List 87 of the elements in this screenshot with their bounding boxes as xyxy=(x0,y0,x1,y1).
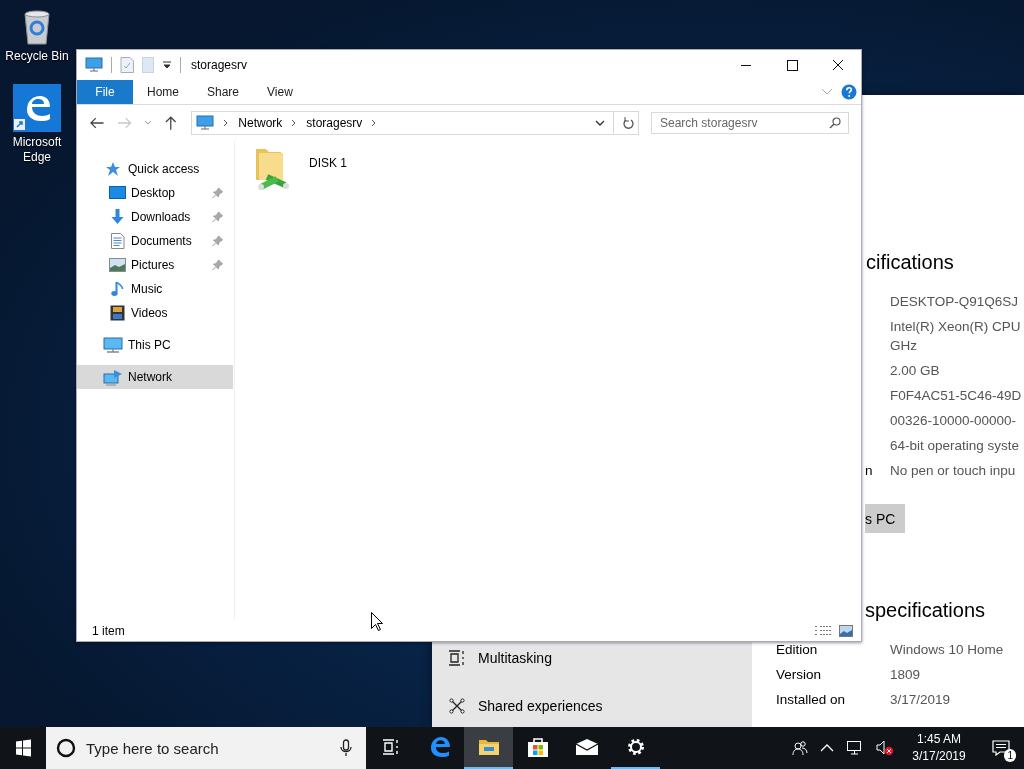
spec-label: Installed on xyxy=(776,692,846,707)
section-heading: specifications xyxy=(865,598,986,623)
multitasking-icon xyxy=(448,650,466,666)
dropdown-icon[interactable] xyxy=(595,119,605,127)
spec-value: 64-bit operating syste xyxy=(890,437,1020,455)
help-icon[interactable] xyxy=(841,84,857,100)
download-arrow-icon xyxy=(109,209,126,225)
taskbar-app-button[interactable] xyxy=(464,727,513,769)
people-icon[interactable] xyxy=(792,740,808,756)
spec-value: GHz xyxy=(890,337,918,355)
picture-icon xyxy=(109,258,126,272)
breadcrumb[interactable]: storagesrv xyxy=(306,116,363,130)
spec-value: 2.00 GB xyxy=(890,362,940,380)
spec-value: Intel(R) Xeon(R) CPU xyxy=(890,318,1021,336)
chevron-icon[interactable] xyxy=(223,119,230,127)
search-icon[interactable] xyxy=(829,117,841,129)
spec-value: Windows 10 Home xyxy=(890,641,1004,659)
address-bar[interactable]: Network storagesrv xyxy=(191,111,639,135)
mouse-pointer-icon xyxy=(371,612,383,631)
task-view-icon xyxy=(381,739,400,755)
back-arrow-icon[interactable] xyxy=(89,116,105,130)
network-drive-item[interactable]: DISK 1 xyxy=(253,147,347,195)
spec-value: DESKTOP-Q91Q6SJ xyxy=(890,293,1019,311)
nav-item[interactable]: Videos xyxy=(77,301,234,325)
nav-item[interactable]: Pictures xyxy=(77,253,234,277)
spec-label: Version xyxy=(776,667,822,682)
document-icon xyxy=(109,233,126,249)
section-heading: cifications xyxy=(866,250,954,275)
nav-item[interactable]: Quick access xyxy=(77,157,234,181)
desktop-icon-label[interactable]: Recycle Bin xyxy=(2,49,72,64)
nav-item[interactable]: Music xyxy=(77,277,234,301)
large-icons-view-icon[interactable] xyxy=(839,624,853,637)
customize-toolbar-icon[interactable] xyxy=(162,60,172,70)
muted-speaker-icon[interactable] xyxy=(876,740,894,756)
network-icon xyxy=(103,368,123,386)
spec-value: No pen or touch inpu xyxy=(890,462,1016,480)
spec-value: F0F4AC51-5C46-49D xyxy=(890,387,1022,405)
gear-icon xyxy=(625,737,646,757)
computer-icon xyxy=(85,57,103,73)
network-nodes-icon xyxy=(448,698,466,714)
chevron-icon[interactable] xyxy=(291,119,298,127)
microphone-icon[interactable] xyxy=(340,739,352,757)
settings-nav-item[interactable]: Shared experiences xyxy=(432,690,752,722)
spec-value: 3/17/2019 xyxy=(890,691,951,709)
nav-item[interactable]: This PC xyxy=(77,333,234,357)
film-icon xyxy=(109,305,126,321)
spec-value: 00326-10000-00000- xyxy=(890,412,1017,430)
computer-icon xyxy=(196,115,215,131)
item-count: 1 item xyxy=(92,623,125,638)
nav-item[interactable]: Network xyxy=(77,365,233,389)
action-center-icon[interactable] xyxy=(992,740,1010,756)
settings-nav-item[interactable]: Multitasking xyxy=(432,642,752,674)
notification-count-badge: 1 xyxy=(1004,749,1016,762)
ribbon-tab[interactable]: Home xyxy=(133,80,193,104)
up-arrow-icon[interactable] xyxy=(163,115,178,131)
nav-item[interactable]: Documents xyxy=(77,229,234,253)
shopping-bag-icon xyxy=(526,736,549,758)
browser-icon xyxy=(428,736,451,758)
spec-label: Edition xyxy=(776,642,818,657)
ribbon-tab[interactable]: View xyxy=(253,80,307,104)
details-view-icon[interactable] xyxy=(815,624,831,637)
clock-button[interactable]: 1:45 AM 3/17/2019 xyxy=(900,731,978,765)
music-note-icon xyxy=(109,281,126,297)
refresh-icon[interactable] xyxy=(622,116,634,130)
cortana-icon[interactable] xyxy=(56,738,76,758)
file-menu-button[interactable]: File xyxy=(77,80,133,104)
ribbon-tab[interactable]: Share xyxy=(193,80,254,104)
recycle-bin-icon xyxy=(21,8,53,46)
desktop-icon xyxy=(109,186,126,200)
breadcrumb[interactable]: Network xyxy=(238,116,283,130)
recent-locations-icon[interactable] xyxy=(144,120,152,126)
spec-label: n xyxy=(865,463,873,478)
search-field[interactable]: Search storagesrv xyxy=(651,112,849,134)
rename-button[interactable]: s PC xyxy=(865,504,906,533)
spec-value: 1809 xyxy=(890,666,921,684)
network-status-icon[interactable] xyxy=(846,740,864,756)
show-hidden-icons-icon[interactable] xyxy=(820,743,834,753)
folder-icon xyxy=(477,738,500,756)
desktop-icon-label[interactable]: Microsoft Edge xyxy=(2,135,72,165)
chevron-icon[interactable] xyxy=(371,119,378,127)
nav-item[interactable]: Desktop xyxy=(77,181,234,205)
nav-item[interactable]: Downloads xyxy=(77,205,234,229)
browser-icon xyxy=(13,84,61,132)
envelope-icon xyxy=(574,738,599,756)
taskbar-search-field[interactable]: Type here to search xyxy=(46,727,366,769)
window-title: storagesrv xyxy=(191,58,248,72)
computer-icon xyxy=(103,336,123,354)
